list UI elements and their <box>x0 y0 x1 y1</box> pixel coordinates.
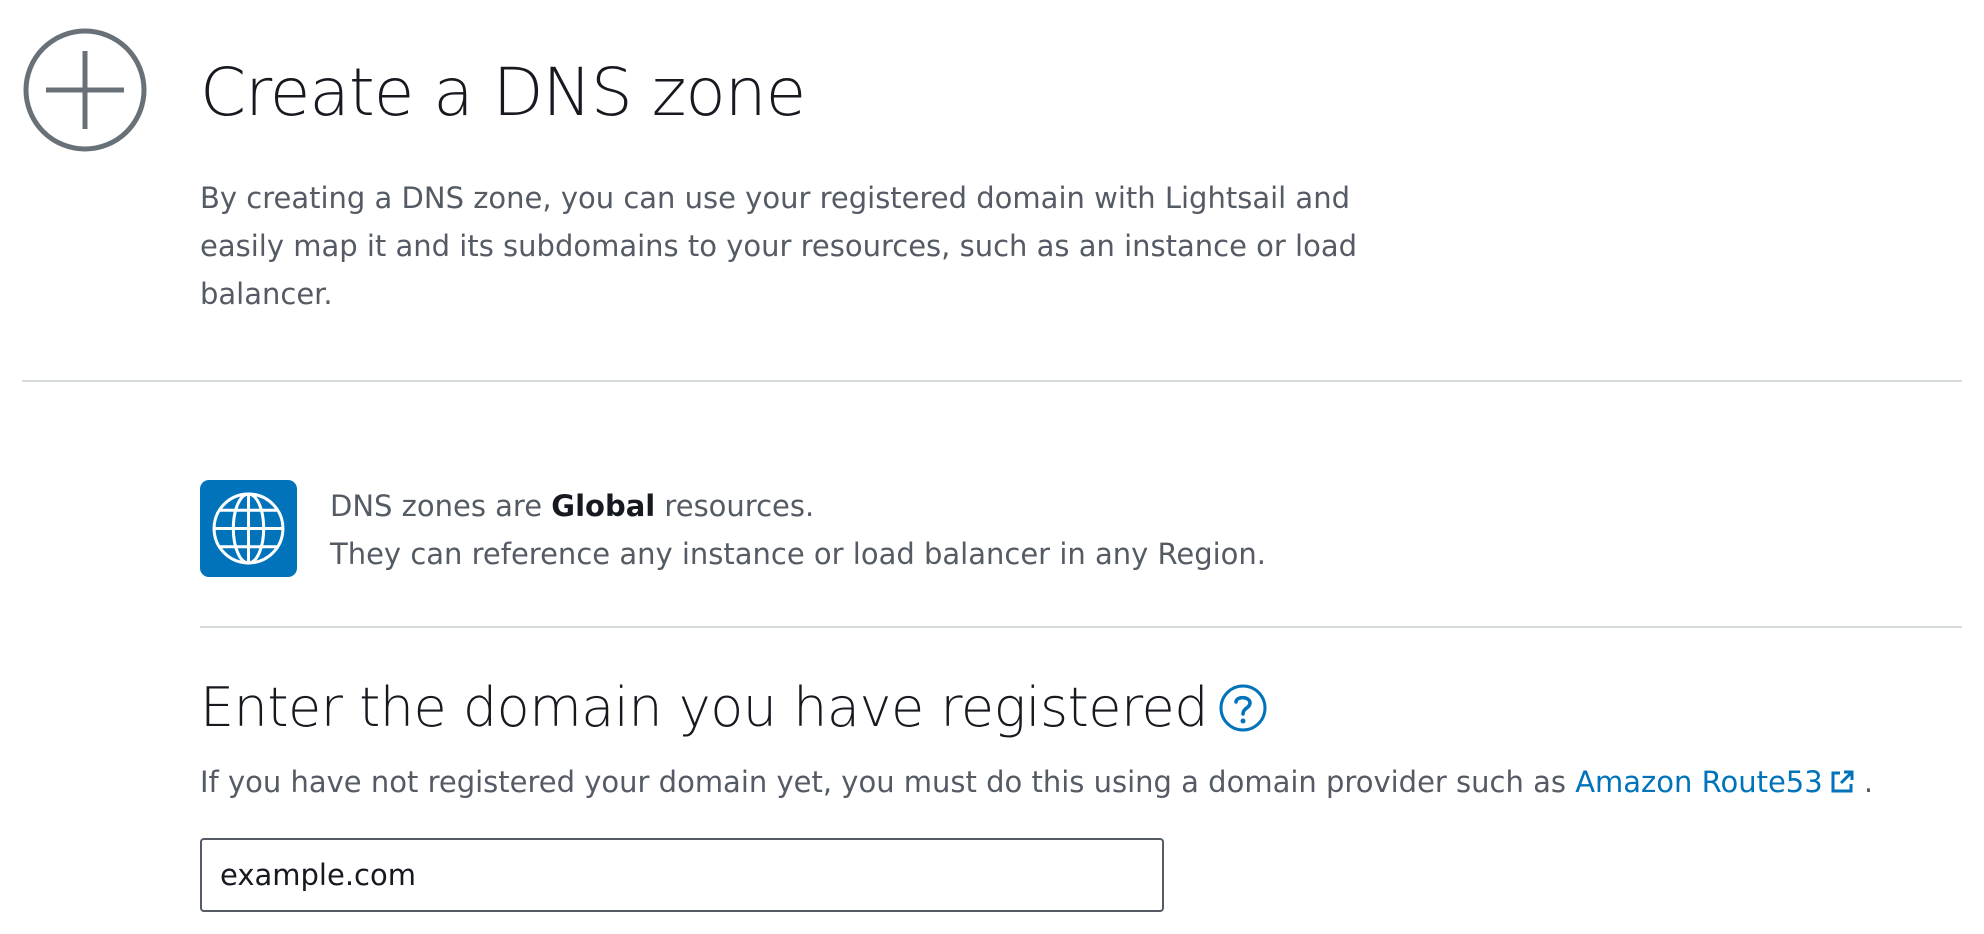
global-notice-prefix: DNS zones are <box>330 489 552 523</box>
route53-link[interactable]: Amazon Route53 <box>1575 765 1855 799</box>
route53-link-label: Amazon Route53 <box>1575 765 1823 799</box>
domain-input[interactable] <box>200 838 1164 912</box>
global-resource-notice: DNS zones are Global resources. They can… <box>330 482 1266 578</box>
domain-section-title: Enter the domain you have registered <box>200 668 1268 748</box>
plus-circle-icon <box>23 28 147 152</box>
domain-description-suffix: . <box>1854 765 1874 799</box>
global-notice-suffix: resources. <box>655 489 815 523</box>
page-description: By creating a DNS zone, you can use your… <box>200 181 1358 311</box>
globe-icon <box>212 492 285 565</box>
help-icon[interactable] <box>1218 683 1268 733</box>
global-notice-line-1: DNS zones are Global resources. <box>330 482 1266 530</box>
global-notice-line-2: They can reference any instance or load … <box>330 537 1267 571</box>
global-notice-bold: Global <box>551 489 656 523</box>
domain-section-title-text: Enter the domain you have registered <box>200 676 1209 739</box>
global-resource-badge <box>200 480 297 577</box>
create-dns-zone-page: Create a DNS zone By creating a DNS zone… <box>0 0 1984 934</box>
inner-divider <box>200 626 1962 628</box>
domain-description-prefix: If you have not registered your domain y… <box>200 765 1576 799</box>
page-title: Create a DNS zone <box>200 54 806 131</box>
external-link-icon <box>1831 770 1854 793</box>
domain-section-description: If you have not registered your domain y… <box>200 758 1873 806</box>
section-divider <box>22 380 1962 382</box>
